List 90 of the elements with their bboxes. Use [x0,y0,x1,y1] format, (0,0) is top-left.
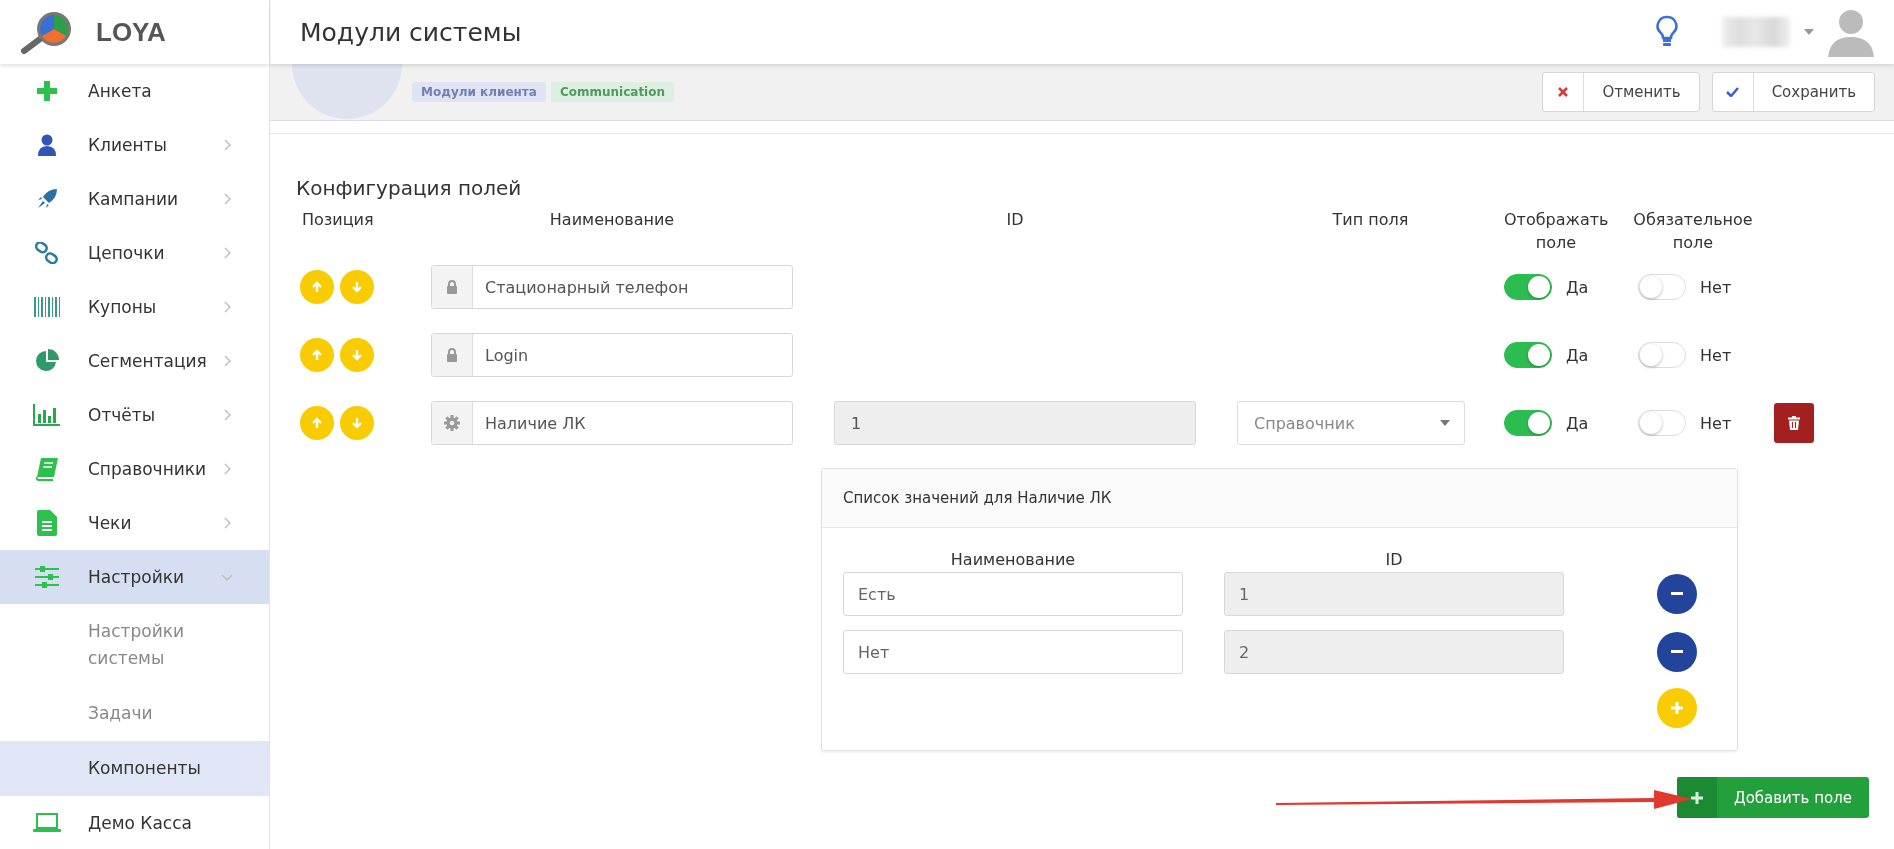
toggle-label: Нет [1700,413,1732,433]
sidebar-item[interactable]: Купоны [0,280,269,334]
lightbulb-icon[interactable] [1656,15,1678,49]
delete-button[interactable] [1774,403,1814,443]
gear-icon [444,415,460,431]
sidebar-item[interactable]: Кампании [0,172,269,226]
move-down-button[interactable] [340,338,374,372]
toggle-switch[interactable] [1504,410,1552,436]
toggle-label: Нет [1700,277,1732,297]
value-id-field: 2 [1224,630,1564,674]
logo-text: LOYA [96,16,166,48]
panel-title: Список значений для Наличие ЛК [822,469,1737,528]
page-title: Модули системы [300,17,522,47]
column-header: Тип поля [1331,209,1410,231]
minus-icon [1671,650,1683,654]
move-down-button[interactable] [340,406,374,440]
module-tag: Модули клиента [412,82,546,102]
cancel-button[interactable]: Отменить [1542,72,1700,112]
arrow-down-icon [351,281,363,293]
avatar-icon[interactable] [1828,7,1874,57]
sidebar-item[interactable]: Справочники [0,442,269,496]
name-field[interactable]: Стационарный телефон [431,265,793,309]
arrow-up-icon [311,417,323,429]
caret-icon[interactable] [1804,29,1814,35]
name-field[interactable]: Наличие ЛК [431,401,793,445]
column-header: Наименование [548,209,676,231]
barcode-icon [34,297,60,317]
section-title: Конфигурация полей [296,176,523,200]
move-up-button[interactable] [300,406,334,440]
book-icon [35,457,59,481]
person-icon [38,134,56,156]
toggle-label: Да [1566,345,1589,365]
arrow-up-icon [311,349,323,361]
checkmark-icon [1726,87,1740,97]
sidebar-subitem[interactable]: Компоненты [0,741,269,796]
bar-chart-icon [33,404,61,426]
plus-icon [1671,702,1683,714]
sidebar-item[interactable]: Анкета [0,64,269,118]
sidebar-item[interactable]: Отчёты [0,388,269,442]
arrow-down-icon [351,349,363,361]
module-tag: Communication [550,82,674,102]
blurred-username[interactable] [1722,17,1790,47]
pie-chart-icon [35,349,59,373]
sidebar-item[interactable]: Демо Касса [0,796,269,849]
chain-icon [35,242,59,264]
add-value-button[interactable] [1657,688,1697,728]
name-field[interactable]: Login [431,333,793,377]
column-header: Наименование [949,549,1077,566]
lock-icon [446,280,458,294]
save-button[interactable]: Сохранить [1711,72,1875,112]
document-icon [37,510,57,536]
remove-button[interactable] [1657,632,1697,672]
move-up-button[interactable] [300,338,334,372]
trash-icon [1788,416,1800,430]
close-icon [1558,87,1569,97]
column-header: ID [1005,209,1025,231]
lock-icon [446,348,458,362]
rocket-icon [36,188,58,210]
toggle-switch[interactable] [1504,342,1552,368]
arrow-down-icon [351,417,363,429]
sidebar-subitem[interactable]: Настройки системы [0,604,269,686]
arrow-up-icon [311,281,323,293]
value-name-field[interactable]: Нет [843,630,1183,674]
sidebar-subitem[interactable]: Задачи [0,686,269,741]
id-field: 1 [834,401,1196,445]
sidebar-item[interactable]: Цепочки [0,226,269,280]
column-header: Позиция [301,209,375,231]
toggle-label: Нет [1700,345,1732,365]
sidebar-item[interactable]: Клиенты [0,118,269,172]
plus-icon [37,81,57,101]
caret-icon [1440,420,1450,426]
toggle-switch[interactable] [1504,274,1552,300]
sidebar-item[interactable]: Чеки [0,496,269,550]
move-up-button[interactable] [300,270,334,304]
toggle-label: Да [1566,277,1589,297]
value-name-field[interactable]: Есть [843,572,1183,616]
sliders-icon [35,566,59,588]
sidebar-item[interactable]: Сегментация [0,334,269,388]
value-id-field: 1 [1224,572,1564,616]
minus-icon [1671,592,1683,596]
laptop-icon [33,813,61,833]
remove-button[interactable] [1657,574,1697,614]
sidebar-item[interactable]: Настройки [0,550,269,604]
column-header: Обязательное поле [1632,209,1754,254]
plus-icon [1690,791,1703,804]
column-header: ID [1384,549,1404,566]
column-header: Отображать поле [1504,209,1608,254]
field-type-dropdown[interactable]: Справочник [1237,401,1465,445]
toggle-label: Да [1566,413,1589,433]
move-down-button[interactable] [340,270,374,304]
